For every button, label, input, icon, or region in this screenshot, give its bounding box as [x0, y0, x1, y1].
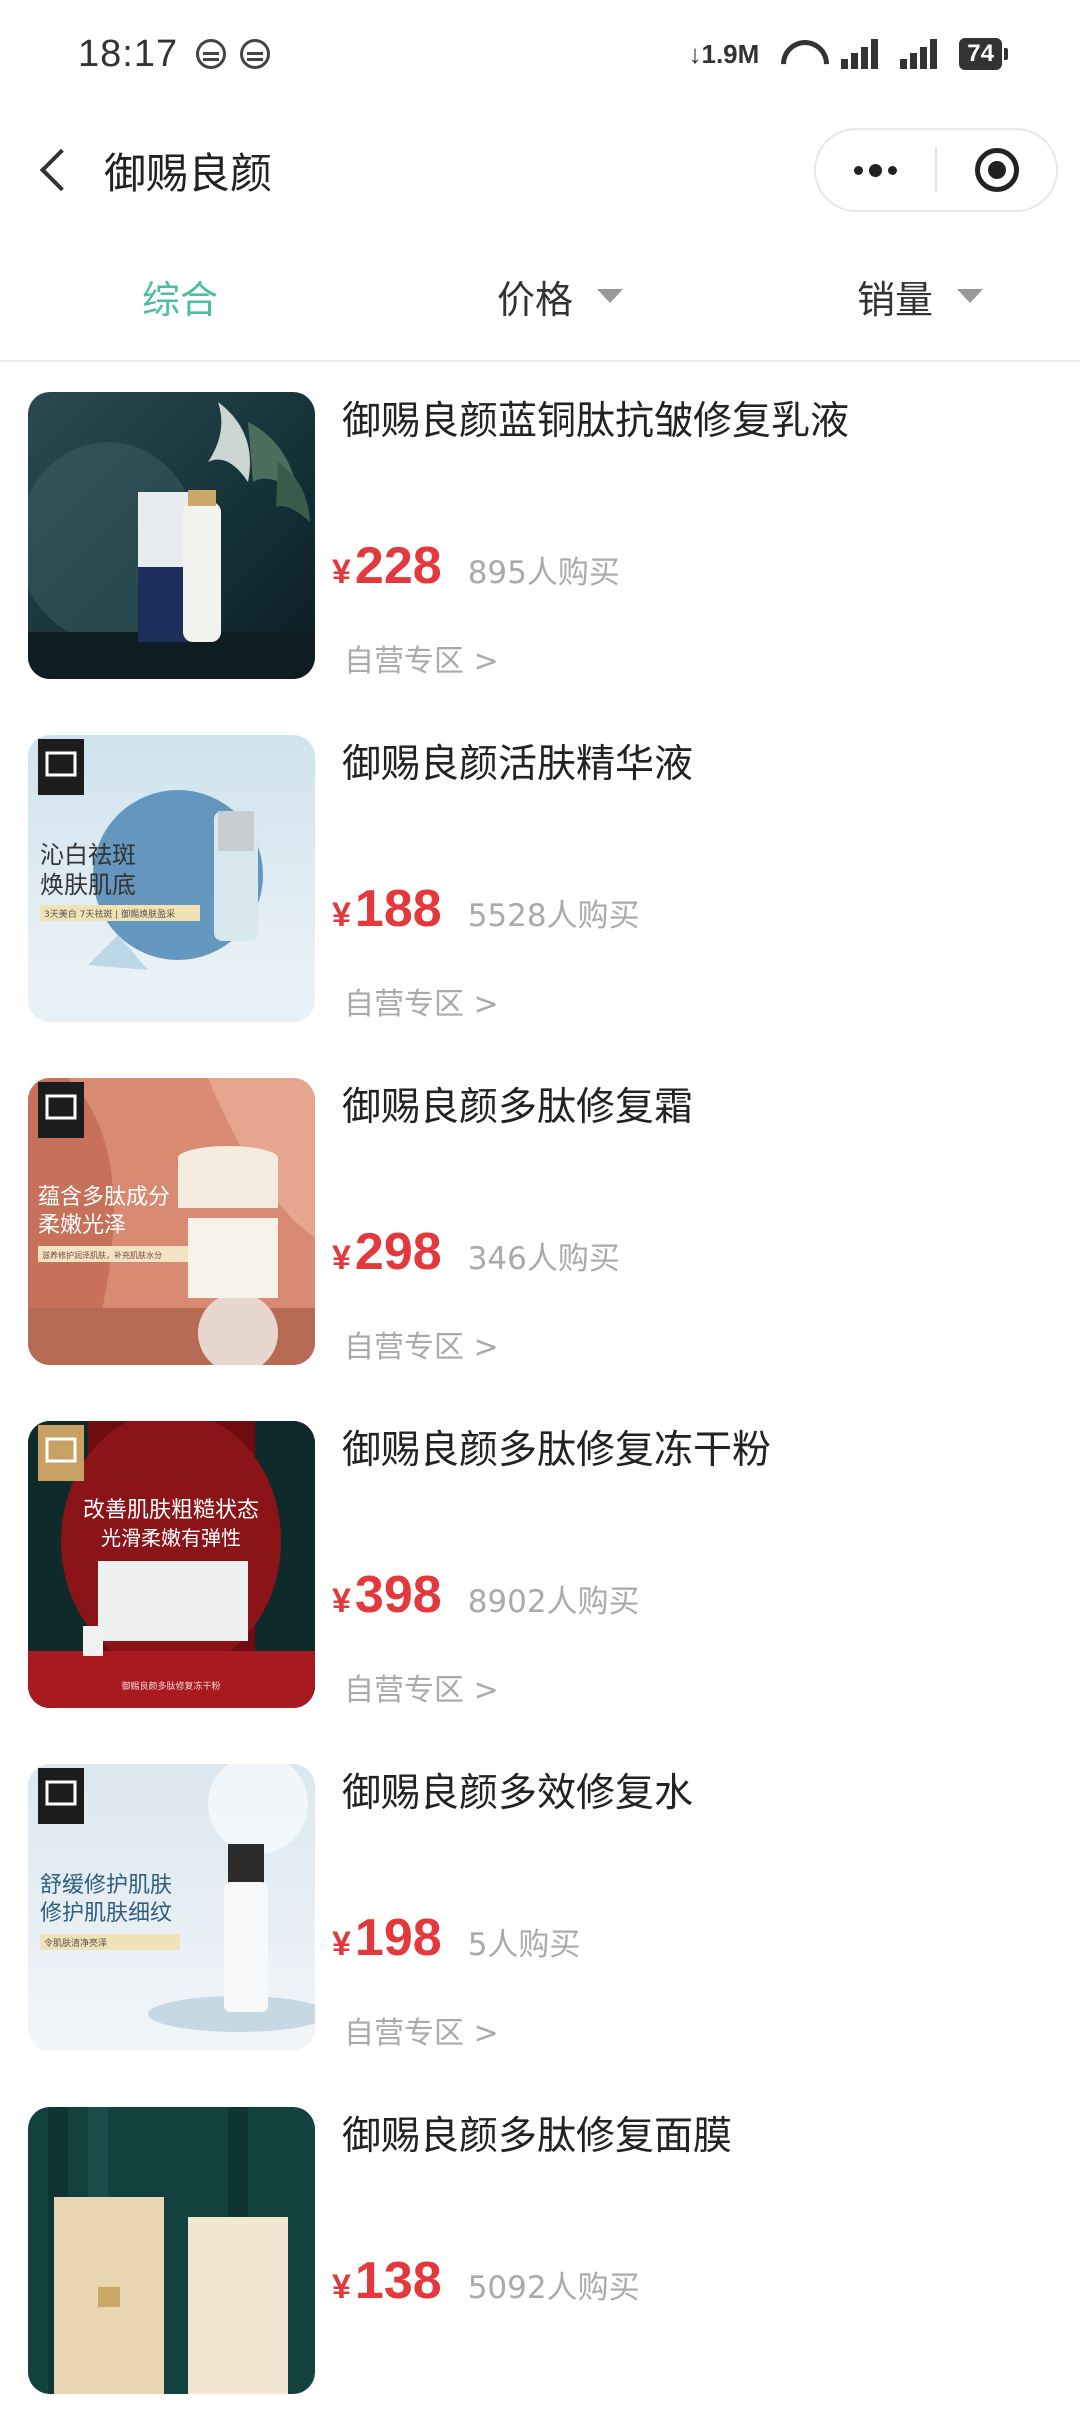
purchase-count: 895人购买	[467, 555, 620, 591]
product-price: 298	[354, 1223, 442, 1281]
product-price: 228	[354, 537, 442, 595]
nav-bar: 御赐良颜	[0, 108, 1080, 232]
product-price: 188	[354, 880, 442, 938]
carrier-icon	[240, 39, 271, 69]
product-item[interactable]: 御赐良颜蓝铜肽抗皱修复乳液 ¥ 228 895人购买 自营专区 >	[0, 364, 1080, 707]
currency-symbol: ¥	[332, 1925, 351, 1963]
svg-text:滋养修护润泽肌肤，补充肌肤水分: 滋养修护润泽肌肤，补充肌肤水分	[42, 1250, 162, 1260]
product-item[interactable]: 沁白祛斑 焕肤肌底 3天美白 7天祛斑 | 御赐焕肤盈采 御赐良颜活肤精华液 ¥…	[0, 707, 1080, 1050]
svg-text:改善肌肤粗糙状态: 改善肌肤粗糙状态	[83, 1498, 259, 1523]
product-title: 御赐良颜多肽修复霜	[342, 1085, 694, 1130]
currency-symbol: ¥	[332, 553, 351, 591]
currency-symbol: ¥	[332, 1239, 351, 1277]
product-title: 御赐良颜蓝铜肽抗皱修复乳液	[342, 399, 850, 444]
price-row: ¥ 138 5092人购买	[332, 2251, 640, 2311]
purchase-count: 5人购买	[467, 1927, 581, 1963]
product-image: 沁白祛斑 焕肤肌底 3天美白 7天祛斑 | 御赐焕肤盈采	[28, 735, 315, 1022]
status-right: ↓1.9M 74	[688, 38, 1008, 70]
product-item[interactable]: 舒缓修护肌肤 修护肌肤细纹 令肌肤清净亮泽 御赐良颜多效修复水 ¥ 198 5人…	[0, 1736, 1080, 2079]
product-title: 御赐良颜多肽修复面膜	[342, 2114, 733, 2159]
svg-text:光滑柔嫩有弹性: 光滑柔嫩有弹性	[101, 1526, 241, 1550]
signal-2-icon	[900, 39, 938, 69]
price-row: ¥ 398 8902人购买	[332, 1565, 640, 1625]
svg-text:舒缓修护肌肤: 舒缓修护肌肤	[40, 1873, 172, 1898]
status-bar: 18:17 ↓1.9M 74	[0, 0, 1080, 108]
product-item[interactable]: 蕴含多肽成分 柔嫩光泽 滋养修护润泽肌肤，补充肌肤水分 御赐良颜多肽修复霜 ¥ …	[0, 1050, 1080, 1393]
battery-icon: 74	[959, 38, 1008, 70]
purchase-count: 346人购买	[467, 1241, 620, 1277]
product-price: 138	[354, 2252, 442, 2310]
self-operated-zone-link[interactable]: 自营专区 >	[344, 2008, 499, 2052]
product-image	[28, 392, 315, 679]
sort-bar: 综合 价格 销量	[0, 232, 1080, 362]
page-title: 御赐良颜	[104, 148, 273, 198]
price-row: ¥ 188 5528人购买	[332, 879, 640, 939]
product-image: 舒缓修护肌肤 修护肌肤细纹 令肌肤清净亮泽	[28, 1764, 315, 2051]
svg-text:御赐良颜多肽修复冻干粉: 御赐良颜多肽修复冻干粉	[121, 1680, 220, 1692]
tab-sales[interactable]: 销量	[800, 232, 1040, 360]
product-title: 御赐良颜活肤精华液	[342, 742, 694, 787]
product-image: 蕴含多肽成分 柔嫩光泽 滋养修护润泽肌肤，补充肌肤水分	[28, 1078, 315, 1365]
currency-symbol: ¥	[332, 896, 351, 934]
product-image	[28, 2107, 315, 2394]
currency-symbol: ¥	[332, 2268, 351, 2306]
currency-symbol: ¥	[332, 1582, 351, 1620]
self-operated-zone-link[interactable]: 自营专区 >	[344, 636, 499, 680]
sort-down-icon	[597, 289, 623, 303]
target-circle-icon[interactable]	[937, 130, 1056, 210]
tab-comprehensive[interactable]: 综合	[90, 232, 270, 360]
chevron-left-icon[interactable]	[20, 130, 100, 210]
carrier-icon	[196, 39, 227, 69]
product-image: 改善肌肤粗糙状态 光滑柔嫩有弹性 御赐良颜多肽修复冻干粉	[28, 1421, 315, 1708]
price-row: ¥ 198 5人购买	[332, 1908, 580, 1968]
wifi-icon	[781, 40, 819, 68]
svg-text:修护肌肤细纹: 修护肌肤细纹	[40, 1901, 172, 1926]
self-operated-zone-link[interactable]: 自营专区 >	[344, 1665, 499, 1709]
status-time: 18:17	[78, 32, 179, 75]
svg-text:柔嫩光泽: 柔嫩光泽	[38, 1213, 126, 1238]
purchase-count: 5092人购买	[467, 2270, 640, 2306]
product-title: 御赐良颜多效修复水	[342, 1771, 694, 1816]
price-row: ¥ 298 346人购买	[332, 1222, 620, 1282]
purchase-count: 5528人购买	[467, 898, 640, 934]
purchase-count: 8902人购买	[467, 1584, 640, 1620]
product-title: 御赐良颜多肽修复冻干粉	[342, 1428, 772, 1473]
tab-price[interactable]: 价格	[440, 232, 680, 360]
product-item[interactable]: 改善肌肤粗糙状态 光滑柔嫩有弹性 御赐良颜多肽修复冻干粉 御赐良颜多肽修复冻干粉…	[0, 1393, 1080, 1736]
sort-down-icon	[957, 289, 983, 303]
product-item[interactable]: 御赐良颜多肽修复面膜 ¥ 138 5092人购买	[0, 2079, 1080, 2422]
price-row: ¥ 228 895人购买	[332, 536, 620, 596]
self-operated-zone-link[interactable]: 自营专区 >	[344, 1322, 499, 1366]
product-list: 御赐良颜蓝铜肽抗皱修复乳液 ¥ 228 895人购买 自营专区 > 沁白祛斑 焕…	[0, 364, 1080, 2422]
svg-text:沁白祛斑: 沁白祛斑	[40, 841, 136, 869]
mini-program-capsule	[814, 128, 1058, 212]
more-dots-icon[interactable]	[816, 130, 935, 210]
product-price: 198	[354, 1909, 442, 1967]
signal-icon	[841, 39, 879, 69]
svg-text:蕴含多肽成分: 蕴含多肽成分	[38, 1185, 170, 1210]
self-operated-zone-link[interactable]: 自营专区 >	[344, 979, 499, 1023]
product-price: 398	[354, 1566, 442, 1624]
download-speed: ↓1.9M	[688, 38, 760, 69]
svg-text:令肌肤清净亮泽: 令肌肤清净亮泽	[44, 1937, 107, 1949]
carrier-icons	[196, 39, 271, 69]
svg-text:3天美白 7天祛斑 | 御赐焕肤盈采: 3天美白 7天祛斑 | 御赐焕肤盈采	[44, 908, 175, 920]
svg-text:焕肤肌底: 焕肤肌底	[40, 871, 136, 899]
